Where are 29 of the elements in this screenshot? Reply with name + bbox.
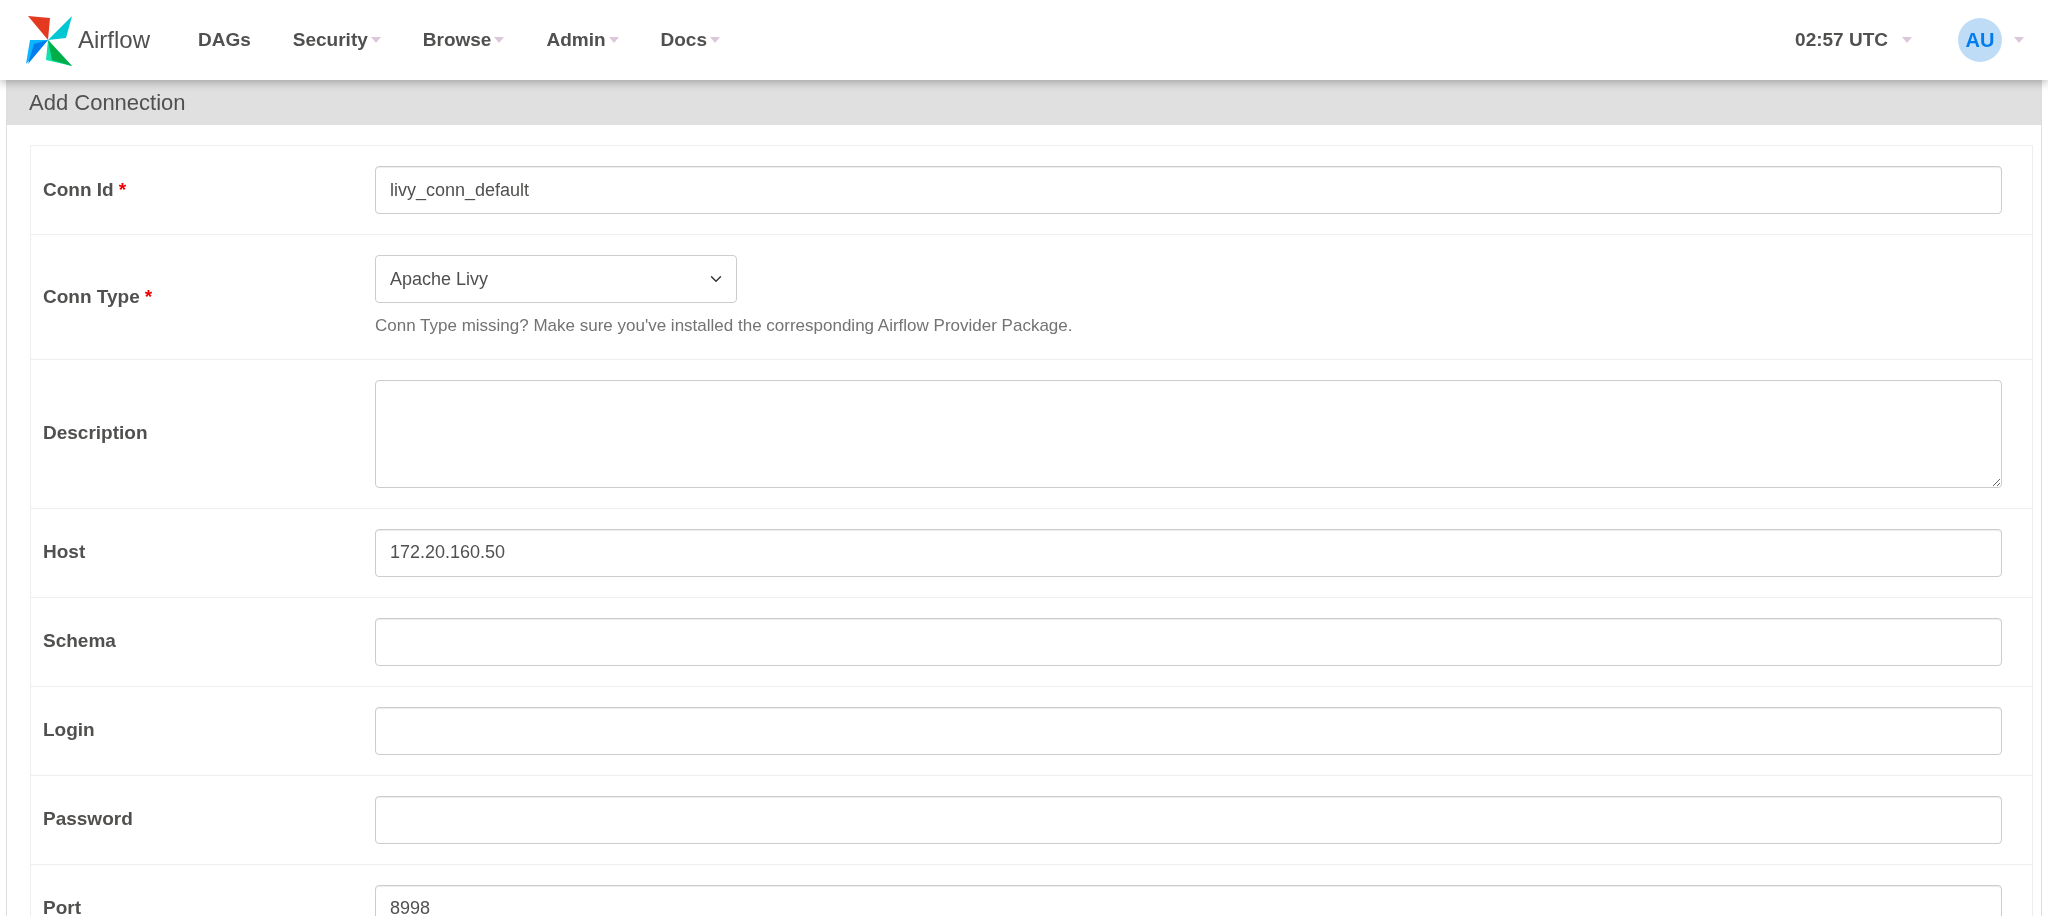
description-field[interactable] xyxy=(375,379,2002,488)
text-field[interactable] xyxy=(375,617,2002,666)
brand-logo[interactable]: Airflow xyxy=(26,14,150,66)
text-field[interactable] xyxy=(375,706,2002,755)
field-label: Port xyxy=(43,896,81,916)
field-label: Conn Type xyxy=(43,284,140,309)
nav-menu-item[interactable]: DAGs xyxy=(198,25,251,55)
field-label: Host xyxy=(43,540,86,565)
text-field[interactable]: 8998 xyxy=(375,884,2002,916)
type-dropdown[interactable]: Apache Livy xyxy=(375,255,737,303)
field-label: Password xyxy=(43,807,133,832)
user-avatar: AU xyxy=(1958,18,2002,62)
text-field[interactable]: livy_conn_default xyxy=(375,166,2002,214)
text-field[interactable]: 172.20.160.50 xyxy=(375,528,2002,577)
clock-menu[interactable]: 02:57 UTC xyxy=(1795,25,1912,55)
field-label: Description xyxy=(43,421,148,446)
required-marker: * xyxy=(118,177,127,202)
help-text: Conn Type missing? Make sure you've installed the corresponding Airflow Provider Package. xyxy=(375,315,1074,337)
field-label: Login xyxy=(43,718,95,743)
nav-menu-item[interactable]: Security xyxy=(292,25,381,55)
nav-menu-item[interactable]: Docs xyxy=(660,25,720,55)
field-label: Schema xyxy=(43,629,116,654)
pinwheel-icon xyxy=(26,14,72,66)
panel-title: Add Connection xyxy=(29,89,186,117)
required-marker: * xyxy=(144,284,153,309)
field-label: Conn Id xyxy=(43,177,114,202)
nav-menu-item[interactable]: Admin xyxy=(546,25,619,55)
nav-menu-item[interactable]: Browse xyxy=(422,25,505,55)
text-field[interactable] xyxy=(375,795,2002,844)
